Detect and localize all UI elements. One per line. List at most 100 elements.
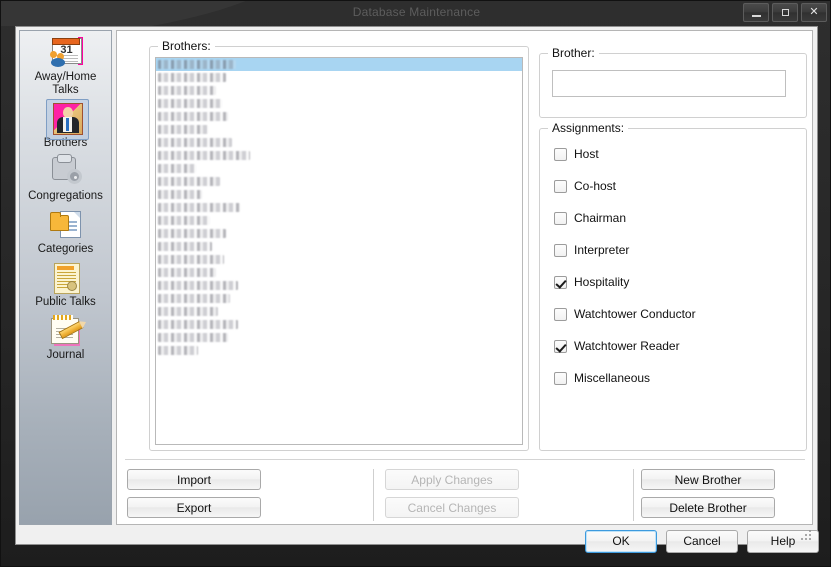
list-item[interactable]: [156, 318, 522, 331]
brothers-group-title: Brothers:: [158, 39, 215, 53]
checkbox-co-host[interactable]: [554, 179, 567, 193]
list-item[interactable]: [156, 305, 522, 318]
list-item[interactable]: [156, 214, 522, 227]
phone-gear-icon: [48, 154, 84, 188]
list-item[interactable]: [156, 58, 522, 71]
list-item-name-redacted: [158, 86, 216, 95]
list-item-name-redacted: [158, 112, 228, 121]
ok-button[interactable]: OK: [585, 530, 657, 553]
list-item-name-redacted: [158, 346, 198, 355]
actions-divider-right: [633, 469, 634, 521]
list-item-name-redacted: [158, 151, 250, 160]
new-brother-button[interactable]: New Brother: [641, 469, 775, 490]
assignment-checkbox-row[interactable]: Host: [554, 146, 599, 162]
checkbox-interpreter[interactable]: [554, 243, 567, 257]
folder-document-icon: [48, 209, 84, 241]
assignment-checkbox-row[interactable]: Hospitality: [554, 274, 629, 290]
assignment-checkbox-row[interactable]: Interpreter: [554, 242, 629, 258]
list-item[interactable]: [156, 266, 522, 279]
apply-changes-button[interactable]: Apply Changes: [385, 469, 519, 490]
assignment-checkbox-row[interactable]: Miscellaneous: [554, 370, 650, 386]
list-item-name-redacted: [158, 216, 210, 225]
list-item-name-redacted: [158, 203, 240, 212]
title-bar[interactable]: Database Maintenance ✕: [1, 1, 830, 26]
export-button[interactable]: Export: [127, 497, 261, 518]
window-controls: ✕: [743, 3, 827, 22]
minimize-button[interactable]: [743, 3, 769, 22]
list-item[interactable]: [156, 71, 522, 84]
list-item[interactable]: [156, 136, 522, 149]
list-item-name-redacted: [158, 164, 196, 173]
sidebar-item-label-2: Talks: [52, 84, 79, 96]
list-item[interactable]: [156, 240, 522, 253]
checkbox-label: Watchtower Reader: [574, 339, 680, 353]
list-item[interactable]: [156, 162, 522, 175]
list-item[interactable]: [156, 253, 522, 266]
list-item-name-redacted: [158, 307, 218, 316]
sidebar-item-label: Public Talks: [35, 296, 96, 308]
sidebar-item-away-home-talks[interactable]: 31 Away/Home Talks: [20, 31, 111, 97]
list-item[interactable]: [156, 110, 522, 123]
sidebar-item-label: Away/Home: [34, 71, 97, 83]
assignment-checkbox-row[interactable]: Watchtower Reader: [554, 338, 680, 354]
client-area: 31 Away/Home Talks Brothers Congregation…: [15, 26, 819, 553]
checkbox-hospitality[interactable]: [554, 275, 567, 289]
list-item-name-redacted: [158, 255, 224, 264]
resize-grip[interactable]: [801, 529, 813, 541]
checkbox-host[interactable]: [554, 147, 567, 161]
content-panel: Brothers: Brother: Assignments: Host Co-h…: [116, 30, 813, 525]
checkbox-label: Host: [574, 147, 599, 161]
sidebar-item-congregations[interactable]: Congregations: [20, 150, 111, 203]
assignment-checkbox-row[interactable]: Chairman: [554, 210, 626, 226]
assignments-group-title: Assignments:: [548, 121, 629, 135]
list-item[interactable]: [156, 292, 522, 305]
window-title: Database Maintenance: [352, 5, 481, 19]
sidebar-item-journal[interactable]: Journal: [20, 309, 111, 362]
list-item[interactable]: [156, 97, 522, 110]
brothers-list[interactable]: [155, 57, 523, 445]
maximize-button[interactable]: [772, 3, 798, 22]
list-item[interactable]: [156, 123, 522, 136]
list-item-name-redacted: [158, 333, 228, 342]
sidebar-item-brothers[interactable]: Brothers: [20, 97, 111, 150]
list-item[interactable]: [156, 279, 522, 292]
list-item-name-redacted: [158, 268, 216, 277]
list-item[interactable]: [156, 344, 522, 357]
cancel-button[interactable]: Cancel: [666, 530, 738, 553]
actions-divider-left: [373, 469, 374, 521]
sidebar-item-public-talks[interactable]: Public Talks: [20, 256, 111, 309]
list-item[interactable]: [156, 201, 522, 214]
list-item[interactable]: [156, 331, 522, 344]
notepad-pencil-icon: [48, 315, 84, 347]
close-button[interactable]: ✕: [801, 3, 827, 22]
list-item[interactable]: [156, 188, 522, 201]
sidebar-item-categories[interactable]: Categories: [20, 203, 111, 256]
checkbox-watchtower-conductor[interactable]: [554, 307, 567, 321]
list-item[interactable]: [156, 175, 522, 188]
delete-brother-button[interactable]: Delete Brother: [641, 497, 775, 518]
checkbox-miscellaneous[interactable]: [554, 371, 567, 385]
list-item-name-redacted: [158, 294, 230, 303]
cancel-changes-button[interactable]: Cancel Changes: [385, 497, 519, 518]
assignment-checkbox-row[interactable]: Watchtower Conductor: [554, 306, 696, 322]
sidebar-item-label: Categories: [37, 243, 94, 255]
checkbox-label: Miscellaneous: [574, 371, 651, 385]
list-item[interactable]: [156, 84, 522, 97]
checkbox-watchtower-reader[interactable]: [554, 339, 567, 353]
brother-group: Brother:: [539, 46, 807, 118]
brother-name-input[interactable]: [552, 70, 786, 97]
list-item[interactable]: [156, 149, 522, 162]
checkbox-chairman[interactable]: [554, 211, 567, 225]
sidebar-item-label: Congregations: [28, 190, 103, 202]
actions-divider: [125, 459, 805, 460]
import-button[interactable]: Import: [127, 469, 261, 490]
list-item[interactable]: [156, 227, 522, 240]
assignment-checkbox-row[interactable]: Co-host: [554, 178, 616, 194]
document-seal-icon: [48, 262, 84, 294]
checkbox-label: Hospitality: [574, 275, 630, 289]
list-item-name-redacted: [158, 281, 238, 290]
navigation-sidebar: 31 Away/Home Talks Brothers Congregation…: [19, 30, 112, 525]
list-item-name-redacted: [158, 190, 202, 199]
list-item-name-redacted: [158, 99, 222, 108]
list-item-name-redacted: [158, 320, 238, 329]
